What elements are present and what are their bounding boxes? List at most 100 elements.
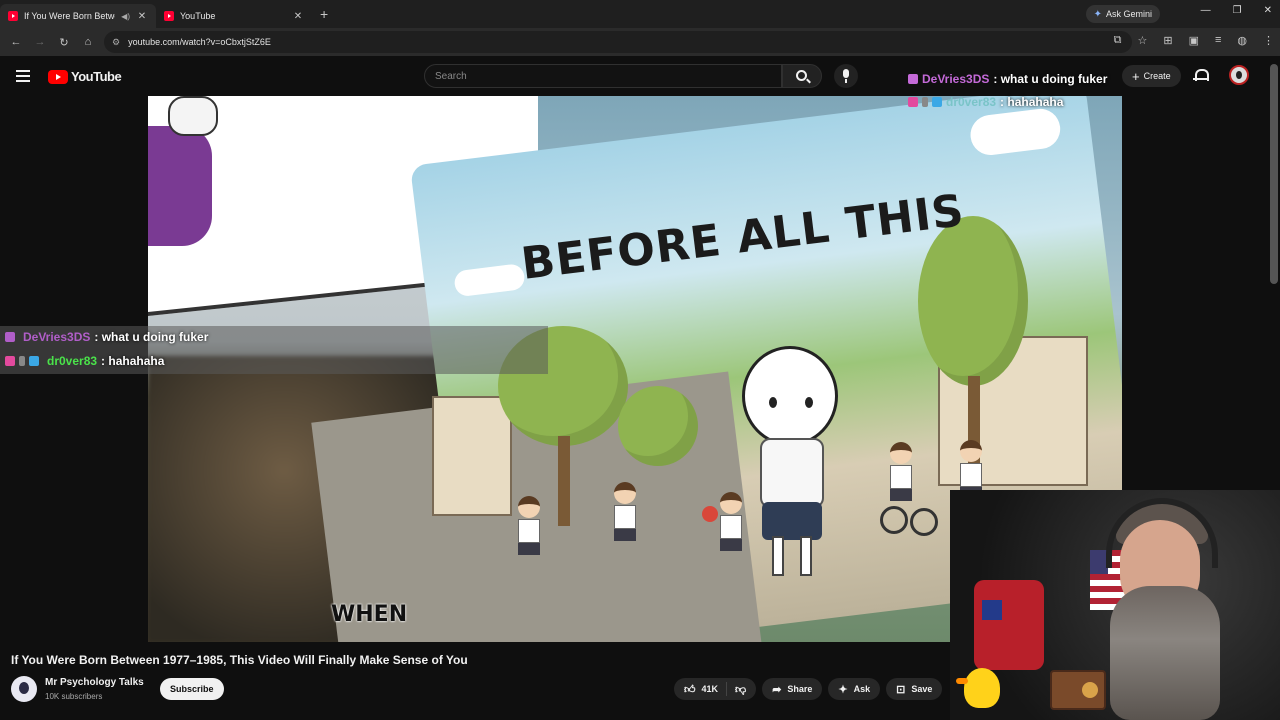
share-button[interactable]: ➦ Share — [762, 678, 823, 700]
ask-label: Ask — [853, 684, 871, 694]
sparkle-icon: ✦ — [838, 683, 848, 696]
dislike-button[interactable]: 👎︎ — [727, 683, 756, 696]
voice-search-icon[interactable] — [834, 64, 858, 88]
chat-username: DeVries3DS — [922, 72, 990, 86]
search-input[interactable]: Search — [424, 64, 782, 88]
streamer-beard — [1110, 586, 1220, 720]
channel-name[interactable]: Mr Psychology Talks — [45, 677, 144, 688]
tab-active-video[interactable]: If You Were Born Between ◀) ✕ — [0, 4, 156, 28]
bicycle-wheel — [880, 506, 908, 534]
account-avatar[interactable] — [1229, 65, 1249, 85]
tree — [918, 216, 1028, 386]
cloud — [968, 106, 1063, 158]
share-arrow-icon: ➦ — [772, 683, 782, 696]
red-ball — [702, 506, 718, 522]
chat-message-top: DeVries3DS : what u doing fuker — [908, 72, 1107, 86]
illustrated-boy-shorts — [762, 502, 822, 540]
youtube-favicon-icon — [8, 11, 18, 21]
illustrated-arm — [148, 126, 212, 246]
youtube-logo[interactable]: YouTube — [48, 69, 122, 84]
notifications-bell-icon[interactable] — [1193, 68, 1209, 82]
radio-prop — [1050, 670, 1106, 710]
illustrated-boy-shirt — [760, 438, 824, 508]
tab-title: YouTube — [180, 11, 216, 21]
install-icon[interactable]: ⧉ — [1114, 34, 1122, 47]
child-figure — [720, 492, 746, 552]
new-tab-icon[interactable]: + — [320, 6, 328, 22]
heart-badge-icon — [5, 356, 15, 366]
browser-nav-bar: ← → ↻ ⌂ ⚙ youtube.com/watch?v=oCbxtjStZ6… — [0, 28, 1280, 56]
page-scrollbar[interactable] — [1270, 64, 1278, 284]
cloud — [453, 262, 526, 298]
address-bar[interactable]: ⚙ youtube.com/watch?v=oCbxtjStZ6E — [104, 31, 1132, 53]
ask-button[interactable]: ✦ Ask — [828, 678, 881, 700]
mic-badge-icon — [922, 97, 928, 107]
ask-gemini-label: Ask Gemini — [1105, 9, 1152, 19]
plus-icon: + — [1132, 68, 1140, 84]
reload-icon[interactable]: ↻ — [52, 36, 76, 49]
youtube-wordmark: YouTube — [71, 69, 122, 84]
crown-badge-icon — [29, 356, 39, 366]
chat-username: DeVries3DS — [23, 330, 91, 344]
ask-gemini-button[interactable]: ✦ Ask Gemini — [1085, 5, 1160, 23]
youtube-play-icon — [48, 69, 68, 84]
chat-text: : what u doing fuker — [94, 330, 209, 344]
search-icon — [796, 70, 807, 81]
chat-text: : what u doing fuker — [993, 72, 1108, 86]
chat-username: dr0ver83 — [47, 354, 98, 368]
create-button[interactable]: + Create — [1122, 65, 1181, 87]
minimize-icon[interactable]: — — [1201, 5, 1211, 16]
like-count: 41K — [701, 684, 719, 694]
subscribe-button[interactable]: Subscribe — [160, 678, 224, 700]
speaker-icon[interactable]: ◀) — [121, 12, 130, 21]
bookmark-star-icon[interactable]: ☆ — [1137, 34, 1147, 47]
save-button[interactable]: ⊡ Save — [886, 678, 943, 700]
illustrated-boy-head — [742, 346, 838, 446]
tab-youtube[interactable]: YouTube ✕ — [156, 4, 312, 28]
tree — [618, 386, 698, 466]
chat-username: dr0ver83 — [946, 95, 997, 109]
close-tab-icon[interactable]: ✕ — [292, 11, 304, 22]
thumbs-down-icon: 👎︎ — [735, 683, 747, 696]
site-info-icon[interactable]: ⚙ — [112, 37, 120, 48]
bicycle-wheel — [910, 508, 938, 536]
hamburger-menu-icon[interactable] — [16, 70, 30, 82]
back-icon[interactable]: ← — [4, 36, 28, 48]
forward-icon[interactable]: → — [28, 36, 52, 48]
chat-text: : hahahaha — [101, 354, 165, 368]
chat-message-top: dr0ver83 : hahahaha — [908, 95, 1063, 109]
close-tab-icon[interactable]: ✕ — [136, 11, 148, 22]
share-label: Share — [787, 684, 813, 694]
close-window-icon[interactable]: ✕ — [1264, 5, 1272, 16]
sidepanel-icon[interactable]: ▣ — [1189, 34, 1199, 47]
like-button[interactable]: 👍︎ 41K — [674, 682, 728, 696]
bookmark-icon: ⊡ — [896, 683, 906, 696]
house — [432, 396, 512, 516]
child-figure — [518, 496, 544, 556]
child-figure — [614, 482, 640, 542]
video-actions: 👍︎ 41K 👎︎ ➦ Share ✦ Ask ⊡ Save — [674, 678, 943, 700]
browser-tab-bar: If You Were Born Between ◀) ✕ YouTube ✕ … — [0, 0, 1280, 28]
home-icon[interactable]: ⌂ — [76, 36, 100, 48]
restore-icon[interactable]: ❐ — [1233, 5, 1242, 16]
tree-trunk — [558, 436, 570, 526]
child-figure — [890, 442, 916, 502]
profile-icon[interactable]: ◍ — [1237, 34, 1247, 47]
extensions-icon[interactable]: ⊞ — [1163, 34, 1172, 47]
menu-dots-icon[interactable]: ⋮ — [1263, 34, 1274, 47]
thumbs-up-icon: 👍︎ — [684, 683, 696, 696]
illustrated-hand — [168, 96, 218, 136]
save-label: Save — [911, 684, 933, 694]
heart-badge-icon — [908, 97, 918, 107]
like-dislike-group: 👍︎ 41K 👎︎ — [674, 678, 757, 700]
media-control-icon[interactable]: ≡ — [1215, 34, 1221, 47]
screen: If You Were Born Between ◀) ✕ YouTube ✕ … — [0, 0, 1280, 720]
search-button[interactable] — [782, 64, 822, 88]
youtube-favicon-icon — [164, 11, 174, 21]
streamer-webcam — [950, 490, 1280, 720]
chat-message: DeVries3DS : what u doing fuker — [5, 330, 208, 344]
chat-text: : hahahaha — [1000, 95, 1064, 109]
channel-avatar[interactable] — [11, 676, 37, 702]
subscriber-count: 10K subscribers — [45, 692, 103, 701]
mic-badge-icon — [19, 356, 25, 366]
